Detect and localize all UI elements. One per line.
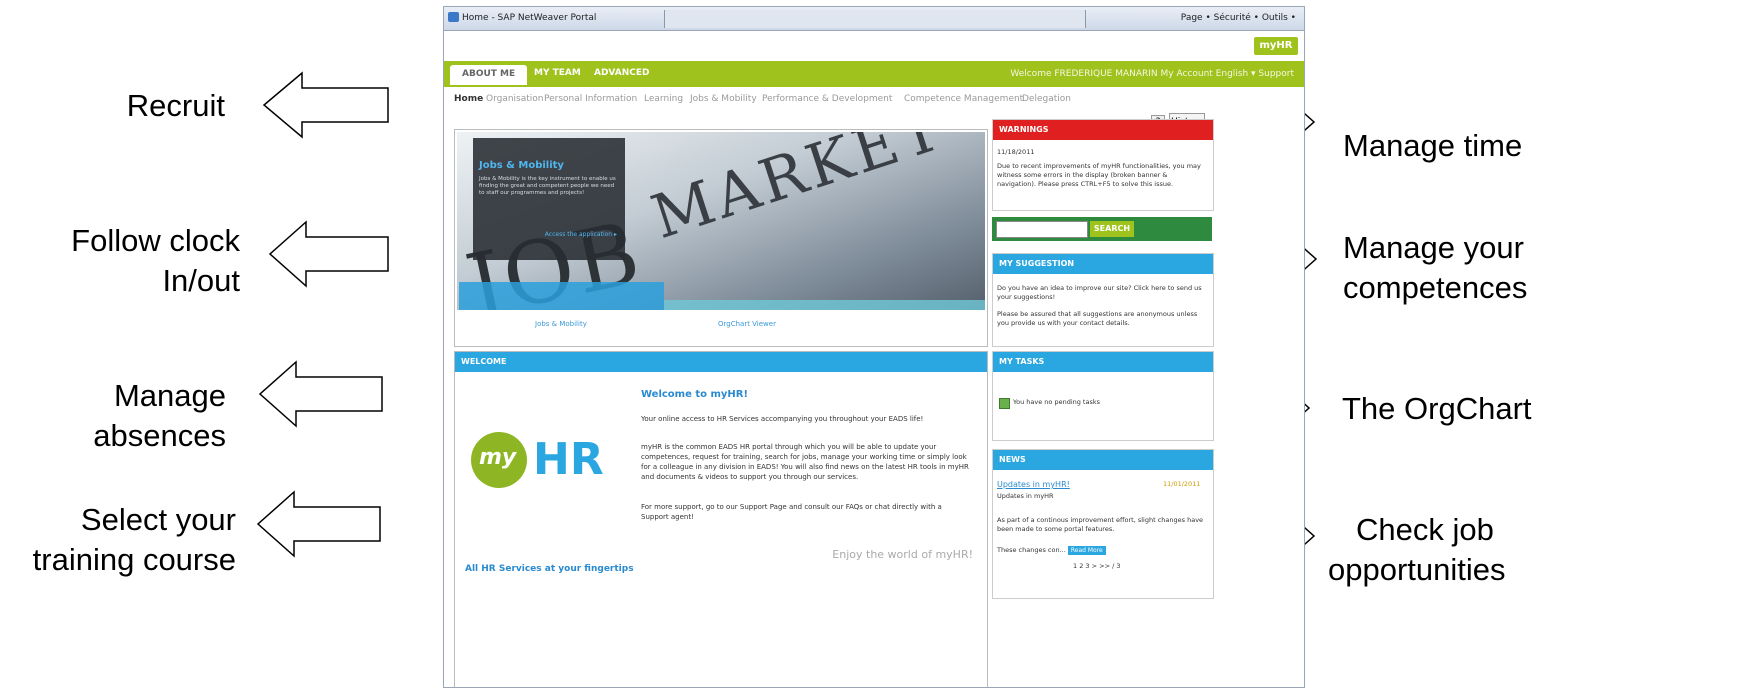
callout-text-line2: opportunities (1328, 552, 1506, 587)
callout-text-line1: Check job (1356, 512, 1494, 547)
news-item-date: 11/01/2011 (1163, 480, 1201, 488)
orgchart-viewer-link[interactable]: OrgChart Viewer (718, 320, 776, 328)
myhr-logo-my: my (479, 445, 517, 470)
warnings-panel: WARNINGS 11/18/2011 Due to recent improv… (992, 119, 1214, 211)
callout-text-line2: In/out (162, 263, 240, 298)
left-arrow-absences (258, 360, 383, 428)
overlay-body: Jobs & Mobility is the key instrument to… (479, 176, 616, 196)
callout-manage-time: Manage time (1343, 126, 1543, 166)
browser-icon (448, 12, 459, 22)
myhr-badge: myHR (1254, 37, 1298, 55)
left-arrow-training (256, 490, 381, 558)
news-item-body: As part of a continous improvement effor… (997, 516, 1204, 533)
callout-text-line1: Manage (113, 378, 226, 413)
callout-orgchart: The OrgChart (1342, 389, 1552, 429)
callout-absences: Manage absences (60, 376, 226, 456)
tasks-panel: MY TASKS You have no pending tasks (992, 351, 1214, 441)
browser-title: Home - SAP NetWeaver Portal (462, 13, 597, 23)
subnav-personal-information[interactable]: Personal Information (544, 94, 637, 104)
suggestion-paragraph-1: Do you have an idea to improve our site?… (997, 284, 1202, 301)
subnav-jobs-mobility[interactable]: Jobs & Mobility (690, 94, 757, 104)
myhr-logo-hr: HR (533, 434, 604, 485)
callout-competences: Manage your competences (1343, 228, 1543, 308)
tasks-text: You have no pending tasks (1013, 398, 1101, 406)
left-arrow-recruit (262, 71, 389, 139)
callout-text-line1: Select your (80, 502, 236, 537)
news-teaser: These changes con... Read More (997, 546, 1207, 555)
callout-text-line2: absences (93, 418, 226, 453)
subnav-competence[interactable]: Competence Management (904, 94, 1023, 104)
tasks-header: MY TASKS (993, 352, 1213, 372)
callout-recruit: Recruit (80, 86, 225, 126)
warnings-text: Due to recent improvements of myHR funct… (997, 162, 1201, 188)
portal-screenshot: Home - SAP NetWeaver Portal Page • Sécur… (443, 6, 1305, 688)
callout-clock: Follow clock In/out (20, 221, 240, 301)
welcome-paragraph-1: Your online access to HR Services accomp… (641, 415, 924, 423)
banner-blue-strip (459, 282, 664, 310)
callout-jobs: Check job opportunities (1328, 510, 1538, 590)
callout-text-line2: competences (1343, 270, 1528, 305)
myhr-logo-circle: my (471, 432, 527, 488)
warnings-date: 11/18/2011 (997, 148, 1035, 156)
search-input[interactable] (996, 221, 1088, 238)
callout-text: Recruit (126, 88, 225, 123)
callout-text-line1: Manage your (1343, 230, 1524, 265)
task-check-icon (999, 398, 1010, 409)
tab-advanced[interactable]: ADVANCED (594, 68, 650, 78)
jobs-mobility-link[interactable]: Jobs & Mobility (535, 320, 587, 328)
overlay-title: Jobs & Mobility (479, 160, 564, 171)
news-panel: NEWS Updates in myHR! 11/01/2011 Updates… (992, 449, 1214, 599)
welcome-enjoy: Enjoy the world of myHR! (832, 548, 973, 561)
browser-tab-strip[interactable] (664, 10, 1086, 28)
welcome-header: WELCOME (455, 352, 987, 372)
suggestion-paragraph-2: Please be assured that all suggestions a… (997, 310, 1198, 327)
portal-top-band (444, 31, 1304, 58)
jobs-mobility-overlay: Jobs & Mobility Jobs & Mobility is the k… (473, 138, 625, 260)
callout-text-line2: training course (32, 542, 236, 577)
sub-navigation: Home Organisation Personal Information L… (444, 87, 1304, 109)
browser-titlebar: Home - SAP NetWeaver Portal Page • Sécur… (444, 7, 1304, 31)
subnav-home[interactable]: Home (454, 94, 483, 104)
welcome-paragraph-2: myHR is the common EADS HR portal throug… (641, 443, 969, 481)
warnings-header: WARNINGS (993, 120, 1213, 140)
callout-text: Manage time (1343, 128, 1523, 163)
callout-text-line1: Follow clock (71, 223, 240, 258)
subnav-learning[interactable]: Learning (644, 94, 683, 104)
search-bar: SEARCH (992, 217, 1212, 241)
news-item-sub: Updates in myHR (997, 492, 1054, 500)
subnav-performance[interactable]: Performance & Development (762, 94, 892, 104)
newspaper-photo: MARKET JOB Jobs & Mobility Jobs & Mobili… (457, 132, 985, 310)
banner-teal-strip (664, 300, 985, 310)
banner-word-market: MARKET (643, 132, 954, 254)
read-more-button[interactable]: Read More (1067, 546, 1106, 555)
news-pager[interactable]: 1 2 3 > >> / 3 (1073, 562, 1153, 571)
access-application-link[interactable]: Access the application ▸ (545, 231, 617, 238)
callout-text: The OrgChart (1342, 391, 1532, 426)
welcome-paragraph-3: For more support, go to our Support Page… (641, 503, 942, 521)
main-nav: ABOUT ME MY TEAM ADVANCED Welcome FREDER… (444, 61, 1304, 87)
welcome-tagline: All HR Services at your fingertips (465, 564, 634, 574)
subnav-delegation[interactable]: Delegation (1022, 94, 1071, 104)
news-header: NEWS (993, 450, 1213, 470)
tab-about-me[interactable]: ABOUT ME (450, 65, 528, 85)
suggestion-header: MY SUGGESTION (993, 254, 1213, 274)
browser-tools[interactable]: Page • Sécurité • Outils • (1181, 13, 1296, 23)
callout-training: Select your training course (0, 500, 236, 580)
welcome-title: Welcome to myHR! (641, 389, 749, 400)
search-button[interactable]: SEARCH (1090, 221, 1134, 237)
suggestion-panel: MY SUGGESTION Do you have an idea to imp… (992, 253, 1214, 347)
jobs-market-banner: MARKET JOB Jobs & Mobility Jobs & Mobili… (454, 129, 988, 347)
news-teaser-text: These changes con... (997, 546, 1066, 554)
welcome-panel: WELCOME my HR All HR Services at your fi… (454, 351, 988, 687)
subnav-organisation[interactable]: Organisation (486, 94, 544, 104)
tab-my-team[interactable]: MY TEAM (534, 68, 581, 78)
header-user-links[interactable]: Welcome FREDERIQUE MANARIN My Account En… (1010, 69, 1294, 79)
left-arrow-clock (268, 220, 389, 288)
